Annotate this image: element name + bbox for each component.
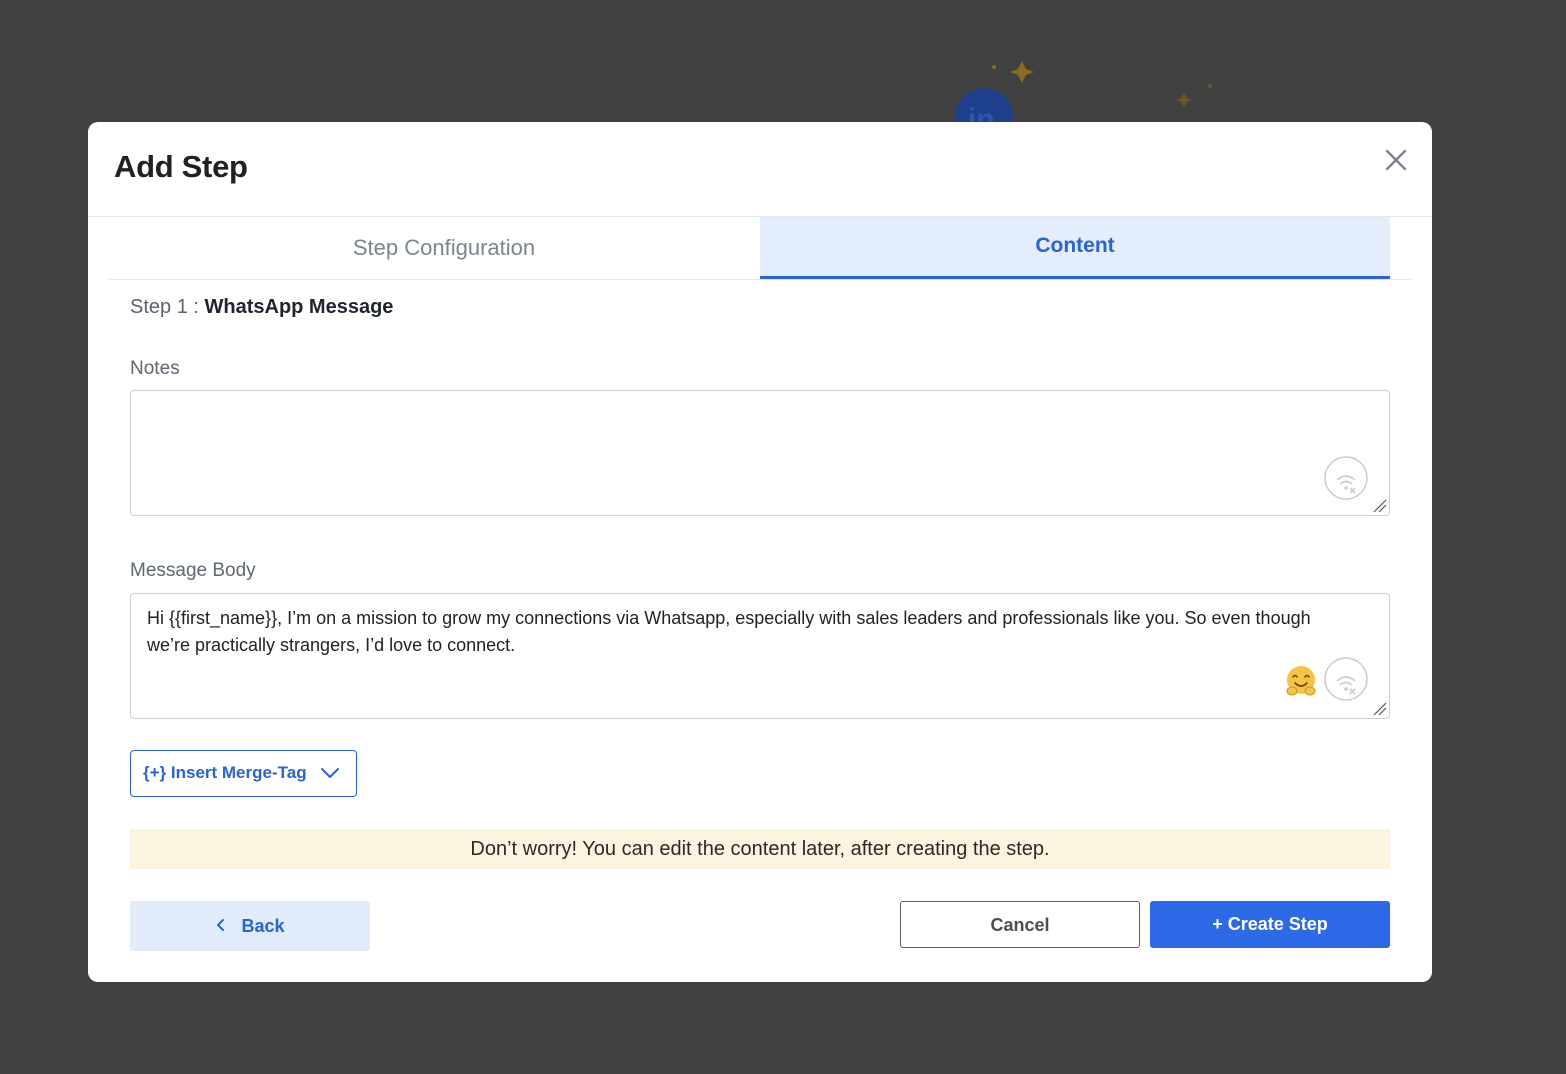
sparkle-icon	[1010, 61, 1034, 83]
chevron-left-icon	[217, 919, 225, 932]
voice-input-icon[interactable]	[1323, 455, 1369, 501]
sparkle-icon	[1176, 93, 1192, 107]
notes-label: Notes	[130, 358, 180, 379]
notes-textarea[interactable]	[130, 390, 1390, 516]
voice-input-icon[interactable]	[1323, 656, 1369, 702]
close-icon[interactable]	[1384, 148, 1408, 172]
cancel-button[interactable]: Cancel	[900, 901, 1140, 948]
sparkle-icon	[1208, 84, 1212, 88]
message-body-textarea[interactable]: Hi {{first_name}}, I’m on a mission to g…	[130, 593, 1390, 719]
message-body-text: Hi {{first_name}}, I’m on a mission to g…	[147, 608, 1311, 655]
create-step-button[interactable]: + Create Step	[1150, 901, 1390, 948]
tab-step-configuration[interactable]: Step Configuration	[129, 217, 759, 279]
insert-merge-tag-dropdown[interactable]: {+} Insert Merge-Tag	[130, 750, 357, 797]
sparkle-icon	[992, 65, 996, 69]
chevron-down-icon	[321, 768, 339, 778]
step-number: Step 1 :	[130, 296, 205, 318]
info-banner: Don’t worry! You can edit the content la…	[130, 829, 1390, 869]
modal-header: Add Step	[88, 122, 1432, 217]
back-button[interactable]: Back	[130, 901, 370, 951]
resize-handle-icon[interactable]	[1373, 499, 1387, 513]
emoji-picker-icon[interactable]	[1284, 664, 1318, 698]
step-heading: Step 1 : WhatsApp Message	[130, 296, 393, 319]
resize-handle-icon[interactable]	[1373, 702, 1387, 716]
step-type: WhatsApp Message	[204, 296, 394, 318]
add-step-modal: Add Step Step Configuration Content Step…	[88, 122, 1432, 982]
back-button-label: Back	[241, 916, 285, 936]
tab-bar: Step Configuration Content	[109, 217, 1411, 280]
message-body-label: Message Body	[130, 560, 256, 581]
modal-title: Add Step	[114, 149, 248, 184]
insert-merge-tag-label: {+} Insert Merge-Tag	[143, 763, 307, 782]
tab-content[interactable]: Content	[760, 217, 1390, 279]
